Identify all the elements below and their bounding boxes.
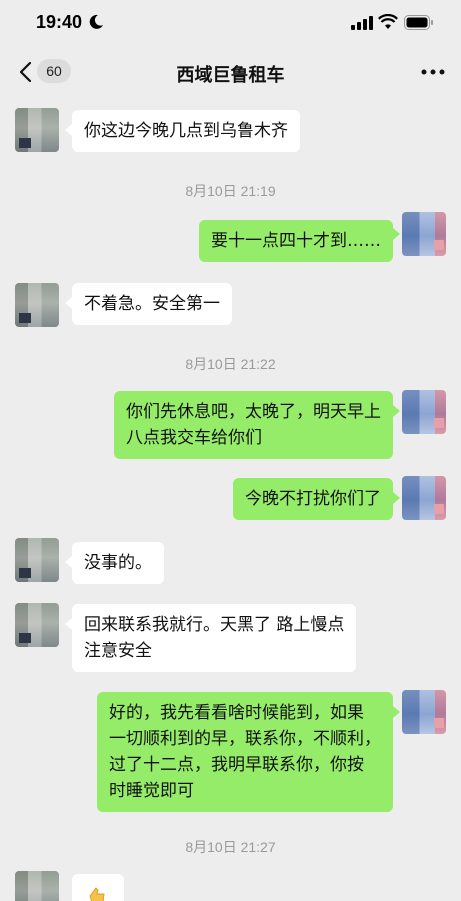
wifi-icon xyxy=(378,14,398,29)
received-message[interactable]: 不着急。安全第一 xyxy=(72,283,232,325)
chat-header: 60 西域巨鲁租车 xyxy=(0,46,461,98)
sent-message[interactable]: 要十一点四十才到…… xyxy=(199,220,393,262)
bubble-tail xyxy=(65,297,72,309)
sent-message[interactable]: 今晚不打扰你们了 xyxy=(233,478,393,520)
contact-avatar[interactable] xyxy=(15,538,59,582)
bubble-tail xyxy=(65,556,72,568)
bubble-tail xyxy=(65,618,72,630)
bubble-tail xyxy=(393,706,400,718)
received-message[interactable]: 没事的。 xyxy=(72,542,164,584)
sent-message[interactable]: 好的，我先看看啥时候能到，如果 一切顺利到的早，联系你，不顺利， 过了十二点，我… xyxy=(97,692,393,812)
moon-icon xyxy=(89,14,103,29)
ellipsis-icon[interactable] xyxy=(420,68,446,76)
signal-icon xyxy=(351,16,373,30)
my-avatar[interactable] xyxy=(402,390,446,434)
status-time: 19:40 xyxy=(36,12,83,32)
status-bar: 19:40 xyxy=(0,0,461,46)
chat-title: 西域巨鲁租车 xyxy=(176,65,285,86)
my-avatar[interactable] xyxy=(402,476,446,520)
received-message[interactable]: 回来联系我就行。天黑了 路上慢点 注意安全 xyxy=(72,604,357,672)
contact-avatar[interactable] xyxy=(15,283,59,327)
bubble-tail xyxy=(393,228,400,240)
my-avatar[interactable] xyxy=(402,212,446,256)
message-timestamp: 8月10日 21:22 xyxy=(185,356,276,372)
bubble-tail xyxy=(65,124,72,136)
received-message[interactable]: 你这边今晚几点到乌鲁木齐 xyxy=(72,110,300,152)
received-message-partial[interactable] xyxy=(72,874,124,901)
message-timestamp: 8月10日 21:19 xyxy=(185,183,276,199)
battery-icon xyxy=(404,15,433,30)
contact-avatar[interactable] xyxy=(15,603,59,647)
contact-avatar[interactable] xyxy=(15,871,59,901)
message-timestamp: 8月10日 21:27 xyxy=(185,839,276,855)
bubble-tail xyxy=(393,405,400,417)
thumbs-up-icon xyxy=(89,887,105,901)
my-avatar[interactable] xyxy=(402,690,446,734)
contact-avatar[interactable] xyxy=(15,108,59,152)
sent-message[interactable]: 你们先休息吧，太晚了，明天早上 八点我交车给你们 xyxy=(114,391,393,459)
message-list[interactable]: 你这边今晚几点到乌鲁木齐 8月10日 21:19 要十一点四十才到…… 不着急。… xyxy=(0,98,461,901)
bubble-tail xyxy=(393,492,400,504)
